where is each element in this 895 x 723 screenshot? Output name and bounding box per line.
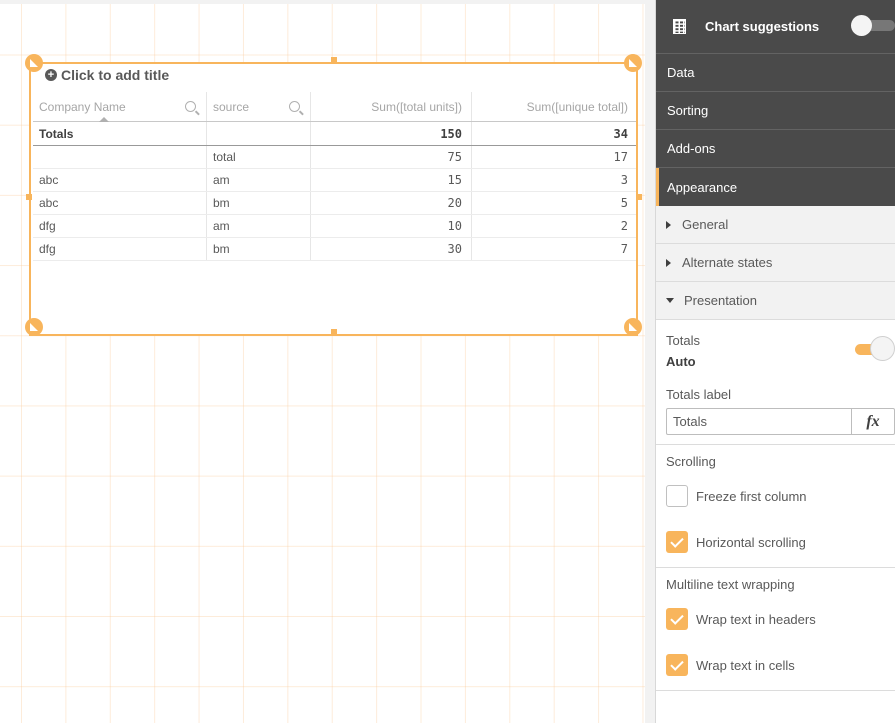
checkbox-label: Horizontal scrolling <box>696 534 806 550</box>
table-cell: 15 <box>311 169 472 191</box>
totals-row: Totals 150 34 <box>33 122 636 146</box>
accordion-alternate-states[interactable]: Alternate states <box>656 244 895 282</box>
search-icon[interactable] <box>289 101 300 112</box>
freeze-first-column-checkbox[interactable]: Freeze first column <box>656 473 895 519</box>
checkbox-unchecked-icon[interactable] <box>666 485 688 507</box>
header-total-units[interactable]: Sum([total units]) <box>311 92 472 121</box>
table-row: dfg bm 30 7 <box>33 238 636 261</box>
totals-cell <box>207 122 311 145</box>
table-cell: 17 <box>613 150 628 164</box>
table-cell[interactable]: bm <box>207 192 311 214</box>
expression-button[interactable]: fx <box>851 409 894 434</box>
wrap-headers-checkbox[interactable]: Wrap text in headers <box>656 596 895 642</box>
totals-label: Totals <box>33 122 207 145</box>
table-cell[interactable]: dfg <box>33 215 207 237</box>
resize-handle-right[interactable] <box>636 194 642 200</box>
table-row: abc am 15 3 <box>33 169 636 192</box>
table-cell[interactable]: abc <box>33 169 207 191</box>
data-table: Company Name source Sum([total units]) S… <box>33 92 636 261</box>
totals-label-heading: Totals label <box>666 387 732 402</box>
resize-handle-bottom-left[interactable] <box>25 318 43 336</box>
add-title-button[interactable]: + Click to add title <box>45 67 169 83</box>
totals-label-field: fx <box>666 408 895 435</box>
header-source[interactable]: source <box>207 92 311 121</box>
table-header-row: Company Name source Sum([total units]) S… <box>33 92 636 122</box>
properties-panel: Chart suggestions Data Sorting Add-ons A… <box>655 0 895 723</box>
wrap-cells-checkbox[interactable]: Wrap text in cells <box>656 642 895 688</box>
caret-right-icon <box>666 258 671 267</box>
table-cell[interactable]: am <box>207 169 311 191</box>
divider <box>656 690 895 691</box>
totals-cell: 34 <box>613 126 628 141</box>
checkbox-label: Freeze first column <box>696 488 807 504</box>
checkbox-label: Wrap text in cells <box>696 657 795 673</box>
table-cell[interactable]: bm <box>207 238 311 260</box>
resize-handle-left[interactable] <box>26 194 32 200</box>
accordion-label: General <box>682 217 729 232</box>
caret-right-icon <box>666 220 671 229</box>
totals-toggle[interactable] <box>855 336 895 362</box>
table-cell[interactable]: dfg <box>33 238 207 260</box>
table-cell[interactable]: am <box>207 215 311 237</box>
accordion-label: Alternate states <box>682 255 773 270</box>
checkbox-checked-icon[interactable] <box>666 608 688 630</box>
table-cell[interactable]: abc <box>33 192 207 214</box>
plus-circle-icon: + <box>45 69 57 81</box>
chart-suggestions-toggle[interactable] <box>851 15 895 36</box>
nav-appearance[interactable]: Appearance <box>656 168 895 206</box>
caret-down-icon <box>666 298 674 303</box>
nav-add-ons[interactable]: Add-ons <box>656 130 895 168</box>
table-row: abc bm 20 5 <box>33 192 636 215</box>
panel-divider <box>645 0 655 723</box>
table-icon <box>673 19 686 34</box>
totals-label-setting: Totals label fx <box>656 374 895 444</box>
table-cell: 20 <box>311 192 472 214</box>
header-unique-total[interactable]: Sum([unique total]) <box>472 92 636 121</box>
table-cell: 7 <box>620 242 628 256</box>
header-company-name[interactable]: Company Name <box>33 92 207 122</box>
horizontal-scrolling-checkbox[interactable]: Horizontal scrolling <box>656 519 895 565</box>
accordion-label: Presentation <box>684 293 757 308</box>
toggle-knob <box>870 336 895 361</box>
table-row: total 75 17 <box>33 146 636 169</box>
totals-label-input[interactable] <box>667 409 851 434</box>
sheet-canvas[interactable]: + Click to add title Company Name source… <box>0 4 645 723</box>
resize-handle-bottom[interactable] <box>331 329 337 335</box>
nav-data[interactable]: Data <box>656 54 895 92</box>
chart-suggestions-label: Chart suggestions <box>705 19 820 34</box>
table-cell: 2 <box>620 219 628 233</box>
resize-handle-top-left[interactable] <box>25 54 43 72</box>
scrolling-heading: Scrolling <box>666 454 716 469</box>
table-cell: 10 <box>311 215 472 237</box>
checkbox-label: Wrap text in headers <box>696 611 816 627</box>
accordion-presentation[interactable]: Presentation <box>656 282 895 320</box>
table-cell: 3 <box>620 173 628 187</box>
resize-handle-top-right[interactable] <box>624 54 642 72</box>
accordion-general[interactable]: General <box>656 206 895 244</box>
table-cell: 30 <box>311 238 472 260</box>
table-object[interactable]: + Click to add title Company Name source… <box>29 62 638 336</box>
table-row: dfg am 10 2 <box>33 215 636 238</box>
nav-sorting[interactable]: Sorting <box>656 92 895 130</box>
table-cell: 5 <box>620 196 628 210</box>
chart-suggestions-header: Chart suggestions <box>656 0 895 54</box>
resize-handle-top[interactable] <box>331 57 337 63</box>
wrapping-heading: Multiline text wrapping <box>666 577 795 592</box>
checkbox-checked-icon[interactable] <box>666 531 688 553</box>
search-icon[interactable] <box>185 101 196 112</box>
title-placeholder: Click to add title <box>61 67 170 83</box>
checkbox-checked-icon[interactable] <box>666 654 688 676</box>
totals-setting: Totals Auto <box>656 320 895 374</box>
toggle-knob <box>851 15 872 36</box>
table-cell[interactable] <box>33 146 207 168</box>
table-cell: 75 <box>311 146 472 168</box>
resize-handle-bottom-right[interactable] <box>624 318 642 336</box>
totals-cell: 150 <box>311 122 472 145</box>
table-cell[interactable]: total <box>207 146 311 168</box>
